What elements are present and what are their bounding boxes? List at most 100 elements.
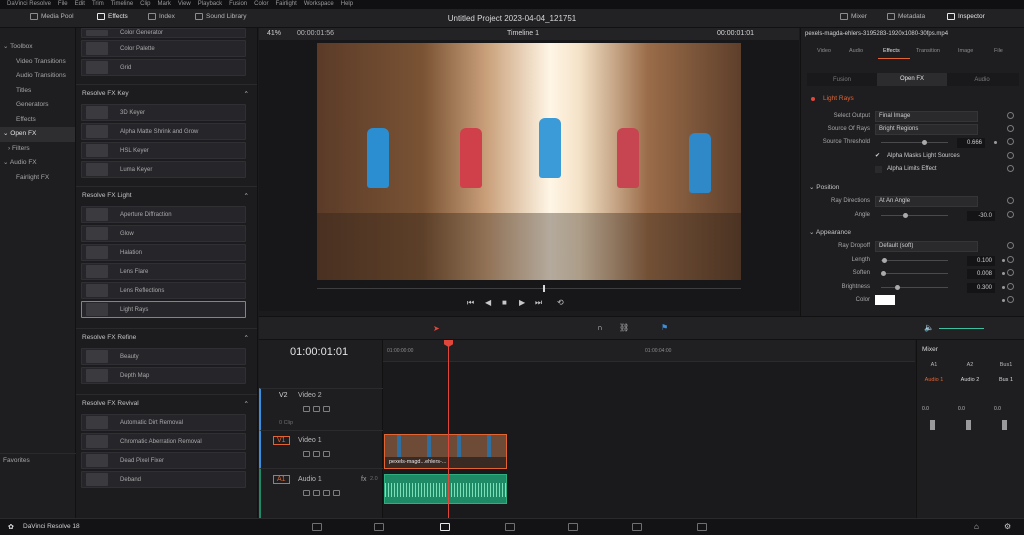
volume-slider[interactable] (939, 328, 984, 329)
brightness-slider[interactable] (881, 285, 948, 290)
keyframe-icon[interactable] (1002, 299, 1005, 302)
tab-video[interactable]: Video (817, 48, 831, 54)
media-page-icon[interactable] (312, 523, 322, 531)
fx-item-lens-reflections[interactable]: Lens Reflections (81, 282, 246, 299)
sidebar-item-audio-fx[interactable]: ⌄ Audio FX (0, 156, 75, 171)
fx-item-hsl-keyer[interactable]: HSL Keyer (81, 142, 246, 159)
position-group-header[interactable]: ⌄ Position (809, 183, 839, 191)
tab-effects[interactable]: Effects (883, 48, 900, 54)
menu-clip[interactable]: Clip (140, 0, 150, 9)
track-id-v1[interactable]: V1 (273, 436, 290, 445)
color-page-icon[interactable] (568, 523, 578, 531)
effect-enable-toggle[interactable] (811, 97, 815, 101)
effects-button[interactable]: Effects (97, 13, 128, 20)
source-threshold-slider[interactable] (881, 140, 948, 145)
solo-icon[interactable] (323, 490, 330, 496)
play-icon[interactable]: ▶ (519, 298, 525, 307)
scrubber-track[interactable] (317, 288, 741, 289)
subtab-fusion[interactable]: Fusion (807, 77, 877, 83)
menu-timeline[interactable]: Timeline (111, 0, 133, 9)
reset-icon[interactable] (1007, 152, 1014, 159)
video-clip[interactable]: pexels-magd...ehlers-... (384, 434, 507, 469)
tab-image[interactable]: Image (958, 48, 973, 54)
reset-icon[interactable] (1007, 211, 1014, 218)
track-header-a1[interactable]: A1 Audio 1 fx 2.0 (259, 468, 383, 518)
tab-transition[interactable]: Transition (916, 48, 940, 54)
fx-item-color-generator[interactable]: Color Generator (81, 28, 246, 38)
menu-trim[interactable]: Trim (92, 0, 104, 9)
fx-item-dirt-removal[interactable]: Automatic Dirt Removal (81, 414, 246, 431)
fx-item-grid[interactable]: Grid (81, 59, 246, 76)
menu-fairlight[interactable]: Fairlight (275, 0, 296, 9)
angle-value[interactable]: -30.0 (967, 211, 995, 221)
track-id-a1[interactable]: A1 (273, 475, 290, 484)
sidebar-item-toolbox[interactable]: ⌄ Toolbox (0, 40, 75, 55)
sound-library-button[interactable]: Sound Library (195, 13, 246, 20)
edit-page-icon[interactable] (440, 523, 450, 531)
fader-bus1[interactable] (1002, 420, 1007, 430)
fx-item-color-palette[interactable]: Color Palette (81, 40, 246, 57)
reset-icon[interactable] (1007, 269, 1014, 276)
skip-start-icon[interactable]: ⏮ (467, 298, 474, 308)
sidebar-item-video-transitions[interactable]: Video Transitions (0, 55, 75, 70)
fx-item-light-rays[interactable]: Light Rays (81, 301, 246, 318)
section-header-revival[interactable]: Resolve FX Revival ⌃ (76, 394, 257, 412)
inspector-button[interactable]: Inspector (947, 13, 985, 20)
visibility-icon[interactable] (323, 406, 330, 412)
menu-workspace[interactable]: Workspace (304, 0, 334, 9)
fx-item-deband[interactable]: Deband (81, 471, 246, 488)
fx-item-lens-flare[interactable]: Lens Flare (81, 263, 246, 280)
reset-icon[interactable] (1007, 296, 1014, 303)
length-slider[interactable] (881, 258, 948, 263)
ray-dropoff-dropdown[interactable]: Default (soft) (875, 241, 978, 252)
fx-item-aperture-diffraction[interactable]: Aperture Diffraction (81, 206, 246, 223)
fx-item-alpha-matte[interactable]: Alpha Matte Shrink and Grow (81, 123, 246, 140)
sidebar-item-fairlight-fx[interactable]: Fairlight FX (0, 171, 75, 186)
appearance-group-header[interactable]: ⌄ Appearance (809, 228, 851, 236)
slider-knob[interactable] (882, 258, 887, 263)
stop-icon[interactable]: ■ (502, 298, 507, 307)
source-threshold-value[interactable]: 0.666 (957, 138, 985, 148)
video-frame[interactable] (317, 43, 741, 280)
slider-knob[interactable] (881, 271, 886, 276)
metadata-button[interactable]: Metadata (887, 13, 925, 20)
subtab-audio[interactable]: Audio (947, 77, 1017, 83)
skip-end-icon[interactable]: ⏭ (535, 298, 542, 308)
track-header-v1[interactable]: V1 Video 1 (259, 430, 383, 468)
sidebar-item-generators[interactable]: Generators (0, 98, 75, 113)
section-header-light[interactable]: Resolve FX Light ⌃ (76, 186, 257, 204)
fx-item-chromatic-aberration[interactable]: Chromatic Aberration Removal (81, 433, 246, 450)
auto-select-icon[interactable] (313, 451, 320, 457)
sidebar-item-titles[interactable]: Titles (0, 84, 75, 99)
timeline-selector[interactable]: Timeline 1 (507, 30, 539, 37)
fusion-page-icon[interactable] (505, 523, 515, 531)
slider-knob[interactable] (895, 285, 900, 290)
select-output-dropdown[interactable]: Final Image (875, 111, 978, 122)
slider-knob[interactable] (922, 140, 927, 145)
lock-icon[interactable] (303, 451, 310, 457)
index-button[interactable]: Index (148, 13, 175, 20)
source-of-rays-dropdown[interactable]: Bright Regions (875, 124, 978, 135)
section-header-refine[interactable]: Resolve FX Refine ⌃ (76, 328, 257, 346)
media-pool-button[interactable]: Media Pool (30, 13, 74, 20)
track-header-v2[interactable]: V2 Video 2 0 Clip (259, 388, 383, 430)
lock-icon[interactable] (303, 406, 310, 412)
reset-icon[interactable] (1007, 242, 1014, 249)
fx-item-3d-keyer[interactable]: 3D Keyer (81, 104, 246, 121)
brightness-value[interactable]: 0.300 (967, 283, 995, 293)
sidebar-item-effects[interactable]: Effects (0, 113, 75, 128)
soften-value[interactable]: 0.008 (967, 269, 995, 279)
tab-audio[interactable]: Audio (849, 48, 863, 54)
fx-item-depth-map[interactable]: Depth Map (81, 367, 246, 384)
sidebar-item-audio-transitions[interactable]: Audio Transitions (0, 69, 75, 84)
angle-slider[interactable] (881, 213, 948, 218)
fx-item-dead-pixel[interactable]: Dead Pixel Fixer (81, 452, 246, 469)
reset-icon[interactable] (1007, 125, 1014, 132)
slider-knob[interactable] (903, 213, 908, 218)
lock-icon[interactable] (303, 490, 310, 496)
sidebar-item-filters[interactable]: › Filters (0, 142, 75, 157)
fx-item-halation[interactable]: Halation (81, 244, 246, 261)
fx-item-glow[interactable]: Glow (81, 225, 246, 242)
reset-icon[interactable] (1007, 112, 1014, 119)
soften-slider[interactable] (881, 271, 948, 276)
